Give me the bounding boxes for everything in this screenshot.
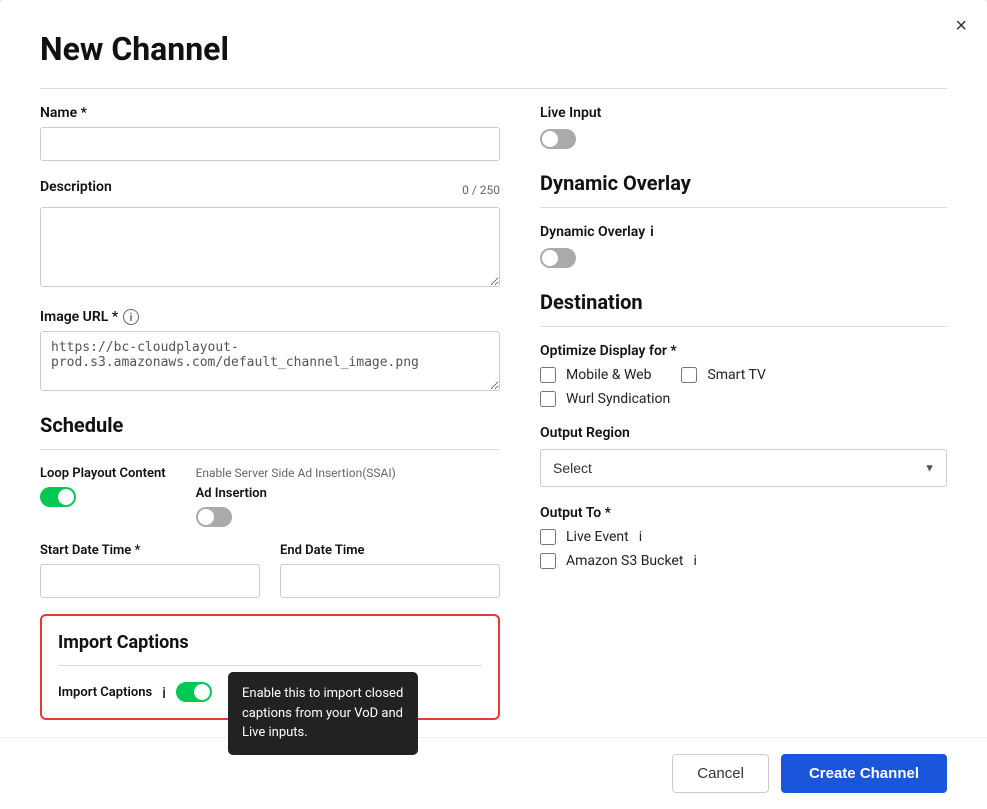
dynamic-overlay-info-icon[interactable]: i <box>650 224 654 240</box>
live-input-label: Live Input <box>540 105 947 121</box>
dynamic-overlay-label: Dynamic Overlay i <box>540 224 947 240</box>
import-captions-info-icon[interactable]: i <box>162 683 166 702</box>
import-captions-toggle[interactable] <box>176 682 212 702</box>
image-url-field-group: Image URL * i https://bc-cloudplayout-pr… <box>40 309 500 395</box>
start-date-group: Start Date Time * <box>40 543 260 598</box>
ad-insertion-group: Enable Server Side Ad Insertion(SSAI) Ad… <box>196 466 396 527</box>
end-date-input[interactable] <box>280 564 500 598</box>
wurl-label: Wurl Syndication <box>566 391 670 407</box>
loop-playout-group: Loop Playout Content <box>40 466 166 507</box>
amazon-s3-info-icon[interactable]: i <box>693 553 696 569</box>
ssai-label: Enable Server Side Ad Insertion(SSAI) <box>196 466 396 480</box>
end-date-label: End Date Time <box>280 543 500 558</box>
char-count: 0 / 250 <box>462 183 500 197</box>
live-input-toggle[interactable] <box>540 129 576 149</box>
import-captions-box: Import Captions Import Captions i Enable… <box>40 614 500 720</box>
wurl-checkbox[interactable] <box>540 391 556 407</box>
wurl-checkbox-row[interactable]: Wurl Syndication <box>540 391 947 407</box>
amazon-s3-label: Amazon S3 Bucket <box>566 553 683 569</box>
description-label: Description <box>40 179 112 195</box>
optimize-checkboxes: Mobile & Web Smart TV <box>540 367 947 383</box>
import-captions-title: Import Captions <box>58 632 482 653</box>
live-event-checkbox-row[interactable]: Live Event i <box>540 529 947 545</box>
amazon-s3-checkbox[interactable] <box>540 553 556 569</box>
output-to-label: Output To * <box>540 505 947 521</box>
loop-playout-toggle[interactable] <box>40 487 76 507</box>
mobile-web-checkbox[interactable] <box>540 367 556 383</box>
ad-insertion-label: Ad Insertion <box>196 486 396 501</box>
left-column: Name * Description 0 / 250 Image URL * i… <box>40 105 500 720</box>
date-row: Start Date Time * End Date Time <box>40 543 500 598</box>
live-event-label: Live Event <box>566 529 629 545</box>
dynamic-overlay-title: Dynamic Overlay <box>540 171 947 195</box>
output-to-group: Output To * Live Event i Amazon S3 Bucke… <box>540 505 947 569</box>
loop-playout-label: Loop Playout Content <box>40 466 166 481</box>
modal-body: Name * Description 0 / 250 Image URL * i… <box>40 105 947 720</box>
live-input-group: Live Input <box>540 105 947 153</box>
create-channel-button[interactable]: Create Channel <box>781 754 947 793</box>
modal-footer: Cancel Create Channel <box>0 737 987 809</box>
ad-insertion-toggle[interactable] <box>196 507 232 527</box>
name-label: Name * <box>40 105 500 121</box>
name-field-group: Name * <box>40 105 500 161</box>
dynamic-overlay-toggle[interactable] <box>540 248 576 268</box>
output-region-select-wrapper: Select <box>540 449 947 487</box>
end-date-group: End Date Time <box>280 543 500 598</box>
name-input[interactable] <box>40 127 500 161</box>
output-region-select[interactable]: Select <box>540 449 947 487</box>
output-to-checkboxes: Live Event i Amazon S3 Bucket i <box>540 529 947 569</box>
import-captions-tooltip: Enable this to import closed captions fr… <box>228 672 418 755</box>
live-event-checkbox[interactable] <box>540 529 556 545</box>
image-url-input[interactable]: https://bc-cloudplayout-prod.s3.amazonaw… <box>40 331 500 391</box>
schedule-toggles-row: Loop Playout Content Enable Server Side … <box>40 466 500 527</box>
description-label-row: Description 0 / 250 <box>40 179 500 201</box>
start-date-label: Start Date Time * <box>40 543 260 558</box>
mobile-web-checkbox-row[interactable]: Mobile & Web <box>540 367 651 383</box>
smart-tv-label: Smart TV <box>707 367 765 383</box>
output-region-group: Output Region Select <box>540 425 947 487</box>
image-url-label: Image URL * i <box>40 309 500 325</box>
start-date-input[interactable] <box>40 564 260 598</box>
destination-title: Destination <box>540 290 947 314</box>
live-event-info-icon[interactable]: i <box>639 529 642 545</box>
modal-title: New Channel <box>40 30 947 68</box>
cancel-button[interactable]: Cancel <box>672 754 769 793</box>
description-input[interactable] <box>40 207 500 287</box>
right-column: Live Input Dynamic Overlay Dynamic Overl… <box>540 105 947 720</box>
output-region-label: Output Region <box>540 425 947 441</box>
schedule-title: Schedule <box>40 413 500 437</box>
close-button[interactable]: × <box>955 16 967 36</box>
mobile-web-label: Mobile & Web <box>566 367 651 383</box>
import-captions-label: Import Captions <box>58 685 152 700</box>
amazon-s3-checkbox-row[interactable]: Amazon S3 Bucket i <box>540 553 947 569</box>
new-channel-modal: × New Channel Name * Description 0 / 250… <box>0 0 987 809</box>
import-captions-row: Import Captions i Enable this to import … <box>58 682 482 702</box>
image-url-info-icon[interactable]: i <box>123 309 139 325</box>
optimize-display-label: Optimize Display for * <box>540 343 947 359</box>
dynamic-overlay-group: Dynamic Overlay i <box>540 224 947 272</box>
smart-tv-checkbox-row[interactable]: Smart TV <box>681 367 765 383</box>
optimize-display-group: Optimize Display for * Mobile & Web Smar… <box>540 343 947 407</box>
smart-tv-checkbox[interactable] <box>681 367 697 383</box>
description-field-group: Description 0 / 250 <box>40 179 500 291</box>
